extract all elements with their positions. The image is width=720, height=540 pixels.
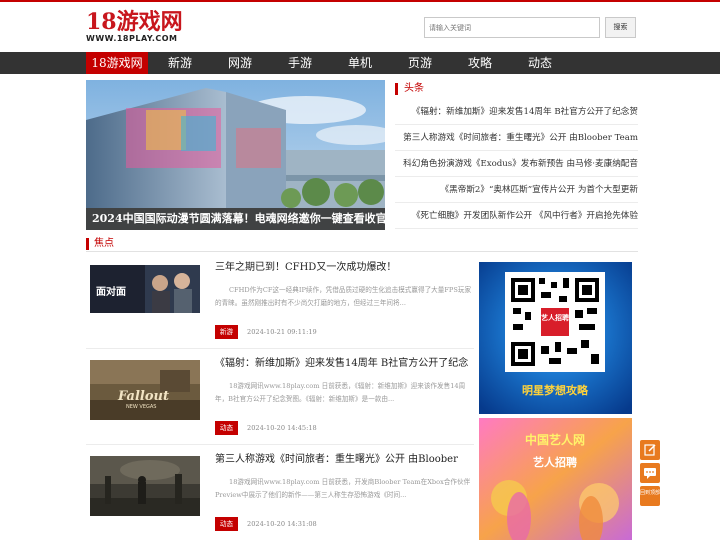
focus-title: 焦点 [94, 238, 114, 249]
headline-link[interactable]: 《辐射：新维加斯》迎来发售14周年 B社官方公开了纪念贺 [395, 100, 638, 125]
message-icon[interactable] [640, 463, 660, 483]
article-title[interactable]: 第三人称游戏《时间旅者：重生曙光》公开 由Bloober [215, 453, 473, 467]
logo-url: WWW.18PLAY.COM [86, 34, 178, 43]
list-item: 第三人称游戏《时间旅者：重生曙光》公开 由Bloober 18游戏网讯www.1… [86, 445, 474, 540]
thumbnail-image [90, 456, 200, 516]
focus-marker [86, 238, 89, 250]
headline-link[interactable]: 科幻角色扮演游戏《Exodus》发布新预告 由马修·麦康纳配音 [395, 152, 638, 177]
promo2-subtitle: 艺人招聘 [533, 455, 577, 469]
nav-item-mobile-games[interactable]: 手游 [270, 52, 330, 74]
qr-center-badge: 艺人招聘 [541, 313, 569, 322]
hero-banner[interactable]: 2024中国国际动漫节圆满落幕！电魂网络邀你一键查看收官 [86, 80, 385, 230]
article-date: 2024-10-20 14:45:18 [247, 424, 317, 432]
list-item: Fallout NEW VEGAS 《辐射：新维加斯》迎来发售14周年 B社官方… [86, 349, 474, 445]
nav-item-online-games[interactable]: 网游 [210, 52, 270, 74]
thumbnail-overlay-subtext: NEW VEGAS [126, 404, 156, 410]
edit-icon[interactable] [640, 440, 660, 460]
promo1-text: 明星梦想攻略 [522, 383, 589, 397]
thumbnail-image: 面对面 [90, 265, 200, 313]
search-input[interactable] [424, 17, 600, 38]
article-summary: 18游戏网讯www.18play.com 日前获悉，《辐射：新维加斯》迎来该作发… [215, 382, 466, 403]
nav-item-new-games[interactable]: 新游 [150, 52, 210, 74]
section-divider [86, 251, 638, 252]
headline-link[interactable]: 第三人称游戏《时间旅者：重生曙光》公开 由Bloober Team [395, 126, 638, 151]
category-tag[interactable]: 动态 [215, 421, 238, 435]
nav-item-home[interactable]: 18游戏网 [86, 52, 148, 74]
category-tag[interactable]: 新游 [215, 325, 238, 339]
main-nav: 18游戏网 新游 网游 手游 单机 页游 攻略 动态 [0, 52, 720, 74]
article-thumbnail[interactable] [90, 456, 200, 516]
article-date: 2024-10-21 09:11:19 [247, 328, 317, 336]
article-thumbnail[interactable]: Fallout NEW VEGAS [90, 360, 200, 420]
article-thumbnail[interactable]: 面对面 [90, 265, 200, 313]
qr-promo-banner[interactable]: 艺人招聘 明星梦想攻略 [479, 262, 632, 414]
article-date: 2024-10-20 14:31:08 [247, 520, 317, 528]
article-title[interactable]: 三年之期已到！CFHD又一次成功爆改！ [215, 261, 473, 275]
nav-item-guides[interactable]: 攻略 [450, 52, 510, 74]
article-summary: 18游戏网讯www.18play.com 日前获悉，开发商Bloober Tea… [215, 478, 471, 499]
hero-caption[interactable]: 2024中国国际动漫节圆满落幕！电魂网络邀你一键查看收官 [86, 208, 385, 230]
category-tag[interactable]: 动态 [215, 517, 238, 531]
headlines-title: 头条 [404, 83, 424, 94]
headlines-marker [395, 83, 398, 95]
headline-link[interactable]: 《死亡细胞》开发团队新作公开 《风中行者》开启抢先体验 [395, 204, 638, 229]
artist-recruit-banner[interactable]: 中国艺人网 艺人招聘 [479, 418, 632, 540]
promo2-title: 中国艺人网 [525, 432, 585, 447]
top-accent-line [0, 0, 720, 2]
artist-recruit-image: 中国艺人网 艺人招聘 [479, 418, 632, 540]
list-item: 面对面 三年之期已到！CFHD又一次成功爆改！ CFHD作为CF这一经典IP续作… [86, 253, 474, 349]
article-summary: CFHD作为CF这一经典IP续作，凭借品质过硬的生化追击模式赢得了大量FPS玩家… [215, 286, 472, 307]
nav-item-web-games[interactable]: 页游 [390, 52, 450, 74]
nav-item-pc-games[interactable]: 单机 [330, 52, 390, 74]
article-title[interactable]: 《辐射：新维加斯》迎来发售14周年 B社官方公开了纪念 [215, 357, 473, 371]
site-logo[interactable]: 18游戏网 WWW.18PLAY.COM [86, 10, 196, 46]
thumbnail-overlay-text: Fallout [117, 389, 169, 404]
headline-link[interactable]: 《黑帝斯2》“奥林匹斯”宣传片公开 为首个大型更新 [395, 178, 638, 203]
nav-item-news[interactable]: 动态 [510, 52, 570, 74]
qr-promo-image: 艺人招聘 明星梦想攻略 [479, 262, 632, 414]
back-to-top-button[interactable]: 回到顶部 [640, 486, 660, 506]
thumbnail-overlay-text: 面对面 [96, 285, 126, 298]
search-button[interactable]: 搜索 [605, 17, 636, 38]
logo-text: 18游戏网 [86, 9, 183, 35]
thumbnail-image: Fallout NEW VEGAS [90, 360, 200, 420]
